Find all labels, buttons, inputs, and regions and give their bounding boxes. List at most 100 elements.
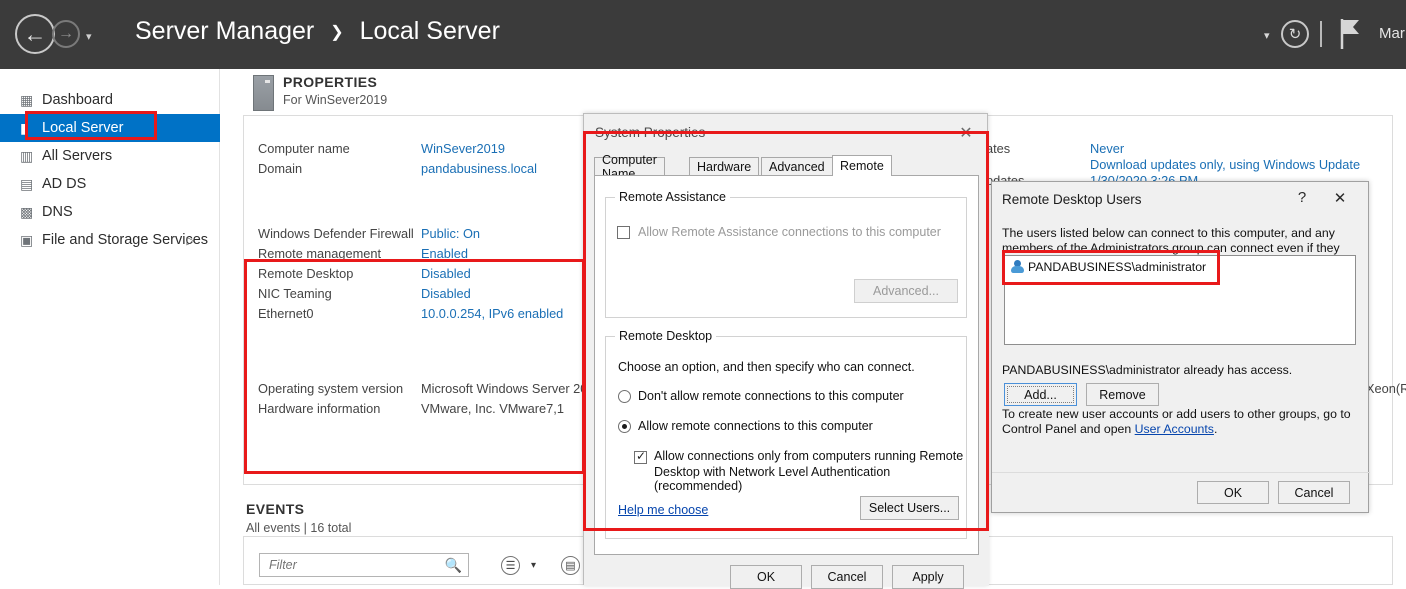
storage-icon: ▣	[20, 231, 34, 248]
property-value-update-setting[interactable]: Download updates only, using Windows Upd…	[1090, 157, 1360, 172]
system-properties-ok-button[interactable]: OK	[730, 565, 802, 589]
property-value-processor: Xeon(R)	[1366, 381, 1406, 396]
property-value[interactable]: Public: On	[421, 226, 480, 241]
sidebar-item-label: File and Storage Services	[42, 232, 209, 248]
property-value[interactable]: Disabled	[421, 286, 471, 301]
property-value[interactable]: 10.0.0.254, IPv6 enabled	[421, 306, 563, 321]
close-icon[interactable]: ✕	[1330, 189, 1350, 207]
forward-arrow-icon[interactable]: →	[52, 20, 80, 48]
search-icon[interactable]: 🔍	[445, 557, 462, 574]
close-icon[interactable]: ✕	[953, 122, 979, 144]
footer-line2-prefix: Panel and open	[1045, 422, 1135, 436]
property-value[interactable]: WinSever2019	[421, 141, 505, 156]
help-icon[interactable]: ?	[1292, 189, 1312, 206]
deny-remote-connections-label: Don't allow remote connections to this c…	[638, 389, 904, 403]
user-name: PANDABUSINESS\administrator	[1028, 260, 1207, 274]
toolbar-chevron-down-icon[interactable]: ▾	[1264, 29, 1270, 42]
system-properties-dialog: System Properties ✕ Computer Name Hardwa…	[583, 113, 989, 589]
remote-desktop-users-dialog: Remote Desktop Users ? ✕ The users liste…	[991, 181, 1370, 513]
breadcrumb-current: Local Server	[359, 17, 500, 45]
sidebar-item-label: DNS	[42, 204, 73, 220]
user-accounts-link[interactable]: User Accounts	[1135, 422, 1214, 436]
group-label: Remote Desktop	[615, 329, 717, 343]
property-label: Computer name	[258, 141, 350, 156]
user-list[interactable]: PANDABUSINESS\administrator	[1004, 255, 1356, 345]
remote-assistance-group: Remote Assistance Allow Remote Assistanc…	[605, 190, 967, 318]
add-user-button[interactable]: Add...	[1004, 383, 1077, 406]
events-subtitle: All events | 16 total	[246, 521, 352, 535]
remove-user-button[interactable]: Remove	[1086, 383, 1159, 406]
page-title: PROPERTIES	[283, 74, 378, 90]
tab-remote[interactable]: Remote	[832, 155, 892, 176]
property-label: Operating system version	[258, 381, 404, 396]
sidebar-item-dashboard[interactable]: ▦ Dashboard	[0, 86, 220, 114]
tab-advanced[interactable]: Advanced	[761, 157, 833, 176]
allow-remote-assistance-checkbox[interactable]	[617, 226, 630, 239]
breadcrumb-root[interactable]: Server Manager	[135, 17, 314, 45]
dns-icon: ▩	[20, 203, 34, 220]
all-servers-icon: ▥	[20, 147, 34, 164]
refresh-icon[interactable]: ↻	[1281, 20, 1309, 48]
chevron-right-icon[interactable]: ▷	[187, 234, 195, 247]
tab-hardware[interactable]: Hardware	[689, 157, 760, 176]
user-icon	[1010, 260, 1025, 274]
chevron-down-icon[interactable]: ▾	[531, 560, 536, 571]
filter-input[interactable]	[267, 554, 442, 576]
nla-required-checkbox[interactable]	[634, 449, 647, 464]
group-label: Remote Assistance	[615, 190, 730, 204]
property-value[interactable]: Enabled	[421, 246, 468, 261]
back-arrow-icon[interactable]: ←	[15, 14, 55, 54]
nla-required-label-line2: Desktop with Network Level Authenticatio…	[654, 465, 891, 493]
property-value[interactable]: Disabled	[421, 266, 471, 281]
filter-input-wrapper[interactable]: 🔍	[259, 553, 469, 577]
sidebar-item-label: AD DS	[42, 176, 87, 192]
property-label: Remote Desktop	[258, 266, 354, 281]
system-properties-cancel-button[interactable]: Cancel	[811, 565, 883, 589]
dialog-title: System Properties	[595, 125, 706, 140]
rdu-cancel-button[interactable]: Cancel	[1278, 481, 1350, 504]
tab-computer-name[interactable]: Computer Name	[594, 153, 665, 181]
dialog-footer: To create new user accounts or add users…	[1002, 407, 1360, 437]
footer-line2-suffix: .	[1213, 422, 1218, 436]
events-title: EVENTS	[246, 501, 305, 517]
list-item[interactable]: PANDABUSINESS\administrator	[1010, 260, 1206, 274]
deny-remote-connections-radio[interactable]	[618, 390, 631, 403]
property-label: Windows Defender Firewall	[258, 226, 414, 241]
property-value[interactable]: pandabusiness.local	[421, 161, 537, 176]
sidebar-item-local-server[interactable]: ▮ Local Server	[0, 114, 220, 142]
dialog-title: Remote Desktop Users	[1002, 192, 1142, 207]
select-users-button[interactable]: Select Users...	[860, 496, 959, 520]
manage-menu[interactable]: Mar	[1379, 25, 1405, 42]
flag-icon[interactable]	[1337, 18, 1363, 50]
system-properties-apply-button[interactable]: Apply	[892, 565, 964, 589]
remote-desktop-group: Remote Desktop Choose an option, and the…	[605, 329, 967, 539]
adds-icon: ▤	[20, 175, 34, 192]
properties-server-icon	[253, 75, 274, 111]
sidebar-item-dns[interactable]: ▩ DNS	[0, 198, 220, 226]
help-me-choose-link[interactable]: Help me choose	[618, 503, 708, 517]
save-query-icon[interactable]: ▤	[561, 556, 580, 575]
breadcrumb-separator-icon: ❯	[330, 24, 344, 41]
tab-panel-remote: Remote Assistance Allow Remote Assistanc…	[594, 175, 979, 555]
property-label: NIC Teaming	[258, 286, 332, 301]
property-label: Remote management	[258, 246, 382, 261]
remote-desktop-instruction: Choose an option, and then specify who c…	[618, 360, 915, 374]
allow-remote-connections-radio[interactable]	[618, 420, 631, 433]
rdu-ok-button[interactable]: OK	[1197, 481, 1269, 504]
chevron-down-icon[interactable]: ▾	[86, 30, 92, 43]
property-label: Ethernet0	[258, 306, 314, 321]
sidebar-item-label: Local Server	[42, 120, 124, 136]
top-bar: ← → ▾ Server Manager ❯ Local Server ▾ ↻ …	[0, 0, 1406, 69]
remote-assistance-advanced-button[interactable]: Advanced...	[854, 279, 958, 303]
server-icon: ▮	[20, 119, 28, 136]
sidebar-item-file-and-storage-services[interactable]: ▣ File and Storage Services ▷	[0, 226, 220, 254]
page-subtitle: For WinSever2019	[283, 93, 388, 107]
sidebar-item-all-servers[interactable]: ▥ All Servers	[0, 142, 220, 170]
property-value-updates[interactable]: Never	[1090, 141, 1124, 156]
sidebar-item-label: All Servers	[42, 148, 113, 164]
sidebar-item-ad-ds[interactable]: ▤ AD DS	[0, 170, 220, 198]
nla-required-label-line1: Allow connections only from computers ru…	[654, 449, 964, 463]
sidebar-item-label: Dashboard	[42, 92, 113, 108]
list-view-icon[interactable]: ☰	[501, 556, 520, 575]
toolbar-divider	[1320, 21, 1322, 47]
